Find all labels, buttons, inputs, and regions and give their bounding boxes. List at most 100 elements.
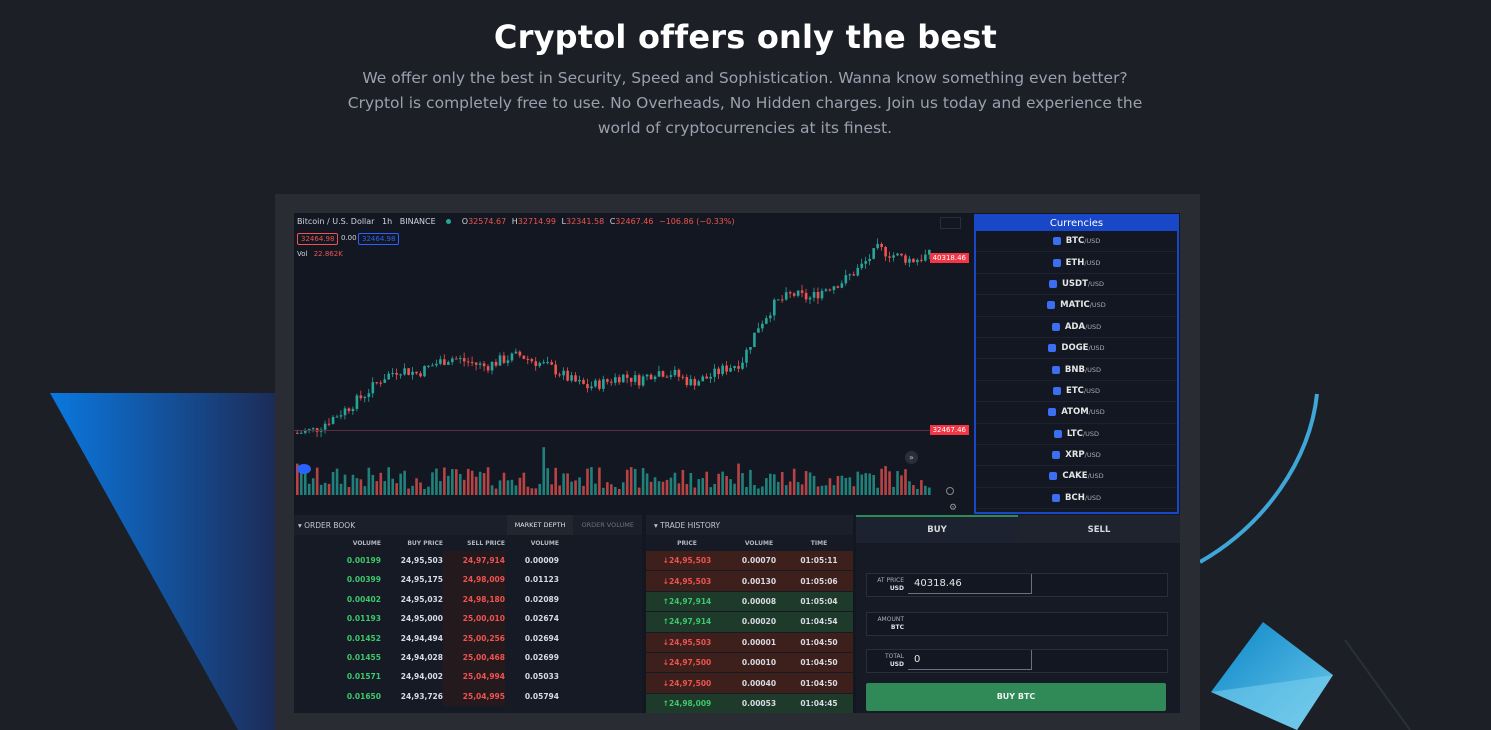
trade-price-cell: ↓24,95,503: [646, 577, 728, 586]
volume-bar: [578, 477, 581, 495]
currency-item-usdt[interactable]: USDT/USD: [976, 274, 1177, 296]
candle-body: [840, 283, 844, 288]
currency-item-ada[interactable]: ADA/USD: [976, 317, 1177, 338]
tab-order-volume[interactable]: ORDER VOLUME: [573, 515, 642, 535]
volume-bar: [311, 478, 315, 495]
volume-bar: [594, 483, 597, 495]
trade-history-row[interactable]: ↑24,97,914 0.00008 01:05:04: [646, 591, 853, 613]
order-book-row[interactable]: 0.01571 24,94,002 25,04,994 0.05033: [294, 667, 642, 687]
volume-bar: [530, 488, 534, 495]
volume-bar: [753, 484, 756, 495]
candle-body: [355, 395, 359, 409]
trade-price-value: 24,98,009: [669, 698, 712, 708]
order-book-row[interactable]: 0.00402 24,95,032 24,98,180 0.02089: [294, 589, 642, 610]
chart-settings-button[interactable]: [940, 217, 961, 229]
volume-bar: [403, 470, 406, 495]
order-book-row[interactable]: 0.00199 24,95,503 24,97,914 0.00009: [294, 551, 642, 571]
tab-sell[interactable]: SELL: [1018, 515, 1180, 543]
trade-history-row[interactable]: ↓24,95,503 0.00001 01:04:50: [646, 632, 853, 653]
candle-body: [812, 291, 816, 298]
litecoin-icon: [1053, 429, 1062, 438]
volume-bar: [920, 480, 923, 495]
amount-label: AMOUNT BTC: [866, 616, 904, 632]
volume-bar: [808, 472, 812, 495]
volume-bar: [788, 481, 792, 495]
currency-item-ltc[interactable]: LTC/USD: [976, 424, 1177, 445]
trade-history-row[interactable]: ↓24,95,503 0.00070 01:05:11: [646, 551, 853, 572]
candle-body: [729, 368, 732, 372]
volume-bar: [916, 488, 919, 495]
order-book-row[interactable]: 0.01650 24,93,726 25,04,995 0.05794: [294, 686, 642, 707]
trade-history-row[interactable]: ↓24,97,500 0.00010 01:04:50: [646, 652, 853, 674]
candle-body: [435, 363, 438, 366]
candle-body: [864, 261, 868, 264]
chart-exchange: BINANCE: [399, 217, 436, 226]
volume-bar: [864, 473, 868, 495]
order-book-row[interactable]: 0.00399 24,95,175 24,98,009 0.01123: [294, 570, 642, 590]
volume-bar: [852, 486, 856, 495]
currency-item-matic[interactable]: MATIC/USD: [976, 295, 1177, 317]
bitcoin-icon: [1052, 237, 1061, 246]
chart-toggle-icon[interactable]: [946, 487, 954, 495]
currency-item-eth[interactable]: ETH/USD: [976, 252, 1177, 274]
order-book-row[interactable]: 0.01455 24,94,028 25,00,468 0.02699: [294, 647, 642, 668]
currency-symbol: USDT: [1062, 278, 1088, 289]
candle-body: [518, 351, 522, 356]
volume-cell: 0.02699: [524, 652, 559, 662]
order-book-row[interactable]: 0.01452 24,94,494 25,00,256 0.02694: [294, 628, 642, 648]
candle-body: [466, 361, 470, 363]
buy-btc-button[interactable]: BUY BTC: [866, 683, 1166, 711]
currency-item-xrp[interactable]: XRP/USD: [976, 445, 1177, 467]
trade-history-row[interactable]: ↓24,97,500 0.00040 01:04:50: [646, 673, 853, 694]
currency-item-etc[interactable]: ETC/USD: [976, 381, 1177, 403]
candle-body: [753, 332, 756, 348]
candle-body: [669, 375, 673, 377]
trade-history-row[interactable]: ↑24,98,009 0.00053 01:04:45: [646, 693, 853, 713]
scroll-right-icon[interactable]: »: [905, 451, 918, 464]
price-chart[interactable]: Bitcoin / U.S. Dollar 1h BINANCE O32574.…: [294, 213, 971, 513]
trade-history-row[interactable]: ↓24,95,503 0.00130 01:05:06: [646, 571, 853, 592]
currency-item-btc[interactable]: BTC/USD: [976, 231, 1177, 253]
candle-body: [403, 368, 406, 375]
candle-body: [478, 363, 482, 365]
currency-item-bch[interactable]: BCH/USD: [976, 488, 1177, 510]
sell-price-cell: 24,98,009: [443, 570, 505, 590]
candle-body: [462, 358, 466, 362]
volume-bar: [880, 468, 883, 495]
amount-input[interactable]: [908, 613, 1032, 633]
volume-bar: [888, 471, 891, 495]
currency-symbol: BTC: [1065, 236, 1085, 247]
candle-body: [458, 358, 462, 360]
gear-icon[interactable]: ⚙: [949, 503, 957, 513]
candle-body: [749, 347, 752, 350]
dogecoin-icon: [1048, 344, 1057, 353]
currency-item-cake[interactable]: CAKE/USD: [976, 466, 1177, 488]
volume-bar: [928, 487, 931, 495]
tab-buy[interactable]: BUY: [856, 515, 1018, 543]
volume-cell: 0.01571: [346, 672, 381, 682]
at-price-input[interactable]: [908, 574, 1032, 594]
currency-item-bnb[interactable]: BNB/USD: [976, 359, 1177, 381]
hero-subtitle-line-1: We offer only the best in Security, Spee…: [362, 69, 1128, 87]
candle-body: [359, 395, 363, 399]
currencies-panel: Currencies BTC/USD ETH/USD USDT/USD MATIC/U…: [974, 214, 1179, 514]
candle-body: [327, 423, 331, 425]
candle-body: [598, 380, 601, 389]
order-book-row[interactable]: 0.01193 24,95,000 25,00,010 0.02674: [294, 609, 642, 629]
candle-body: [649, 374, 653, 380]
order-book-title-text: ORDER BOOK: [304, 520, 356, 530]
tab-market-depth[interactable]: MARKET DEPTH: [506, 515, 574, 535]
candle-body: [904, 255, 907, 263]
candle-body: [383, 379, 387, 383]
trade-volume-cell: 0.00020: [741, 617, 777, 627]
candle-body: [733, 366, 736, 369]
candle-body: [780, 299, 784, 301]
total-input[interactable]: [908, 650, 1032, 670]
ohlc-close: 32467.46: [615, 217, 654, 226]
volume-bar: [466, 468, 470, 495]
trade-form-tabs: BUY SELL: [856, 515, 1180, 543]
currency-quote: /USD: [1087, 279, 1104, 288]
currency-item-atom[interactable]: ATOM/USD: [976, 402, 1177, 424]
trade-history-row[interactable]: ↑24,97,914 0.00020 01:04:54: [646, 612, 853, 633]
currency-item-doge[interactable]: DOGE/USD: [976, 338, 1177, 360]
